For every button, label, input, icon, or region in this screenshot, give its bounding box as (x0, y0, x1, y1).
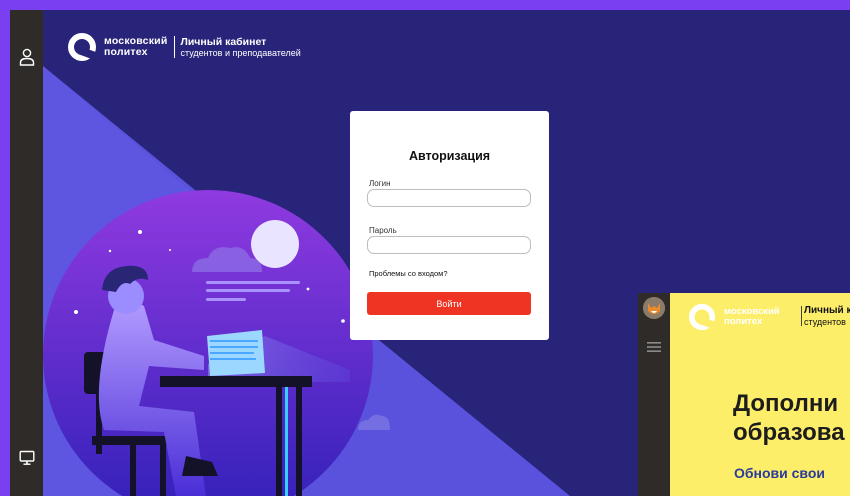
preview-window[interactable]: московский политех Личный к студентов До… (638, 293, 850, 496)
brand-header: московский политех Личный кабинет студен… (67, 32, 301, 62)
login-label: Логин (369, 179, 391, 188)
menu-icon[interactable] (647, 341, 661, 353)
login-input[interactable] (367, 189, 531, 207)
login-problems-link[interactable]: Проблемы со входом? (369, 269, 448, 278)
sidebar (10, 10, 43, 496)
preview-cabinet-subtitle: студентов (804, 317, 846, 327)
login-submit-button[interactable]: Войти (367, 292, 531, 315)
preview-avatar[interactable] (643, 297, 665, 319)
preview-subline: Обнови свои (734, 465, 826, 481)
brand-divider (174, 36, 176, 58)
monitor-icon[interactable] (19, 450, 35, 466)
login-form: Авторизация Логин Пароль Проблемы со вхо… (350, 111, 549, 340)
cabinet-title: Личный кабинет (180, 35, 267, 48)
preview-brand-divider (801, 306, 802, 326)
preview-university-name: московский политех (724, 307, 780, 327)
cabinet-caption: Личный кабинет студентов и преподавателе… (180, 35, 301, 58)
password-input[interactable] (367, 236, 531, 254)
login-title: Авторизация (408, 149, 491, 163)
preview-headline-line1: Дополни (733, 390, 839, 417)
cabinet-subtitle: студентов и преподавателей (180, 47, 301, 58)
password-label: Пароль (369, 226, 397, 235)
preview-cabinet-title: Личный к (804, 305, 850, 316)
preview-headline: Дополни образова (733, 389, 845, 447)
university-name: московский политех (104, 36, 167, 58)
fox-avatar-icon (643, 297, 665, 319)
preview-logo-icon (688, 303, 716, 331)
user-icon[interactable] (19, 48, 35, 66)
preview-headline-line2: образова (733, 419, 845, 446)
preview-sidebar (638, 293, 670, 496)
app-window: московский политех Личный кабинет студен… (10, 10, 850, 496)
preview-university-line2: политех (724, 316, 763, 327)
polytech-logo-icon (68, 33, 97, 61)
preview-content: московский политех Личный к студентов До… (670, 293, 850, 496)
university-line2: политех (104, 46, 148, 58)
